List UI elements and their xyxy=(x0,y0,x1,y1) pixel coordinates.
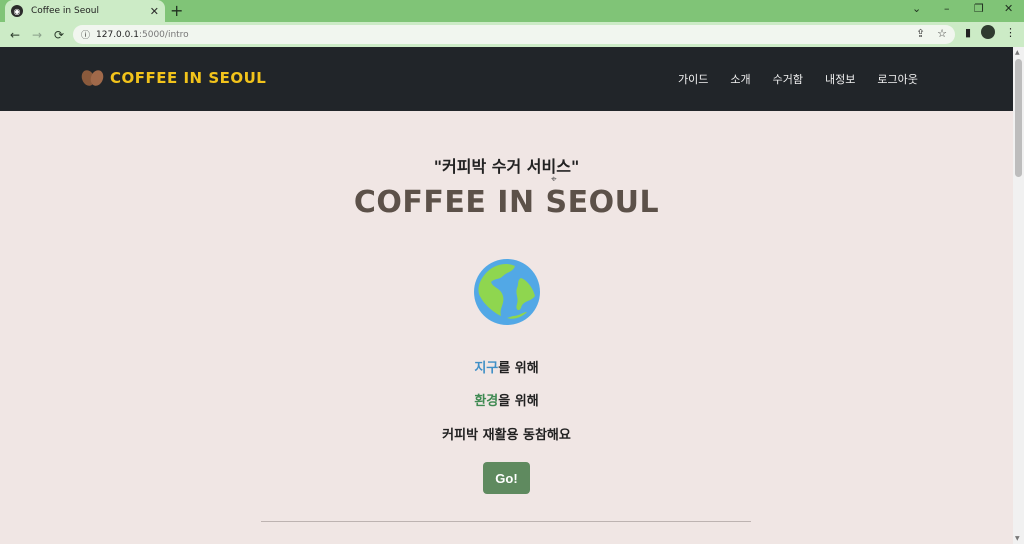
scrollbar-thumb[interactable] xyxy=(1015,59,1022,177)
go-button[interactable]: Go! xyxy=(483,462,530,494)
nav-logout[interactable]: 로그아웃 xyxy=(877,71,917,87)
scroll-down-arrow-icon[interactable]: ▼ xyxy=(1015,535,1020,542)
slogan-line-2: 환경을 위해 xyxy=(0,390,1013,409)
url-path: :5000/intro xyxy=(138,29,189,40)
brand-link[interactable]: COFFEE IN SEOUL xyxy=(79,67,267,89)
minimize-button[interactable]: – xyxy=(944,2,950,15)
slogan-line-1: 지구를 위해 xyxy=(0,357,1013,376)
page-scrollbar[interactable]: ▲ ▼ xyxy=(1013,47,1024,544)
browser-menu-icon[interactable]: ⋮ xyxy=(1005,26,1016,39)
scroll-up-arrow-icon[interactable]: ▲ xyxy=(1015,49,1020,56)
back-arrow-icon[interactable]: ← xyxy=(4,28,26,42)
section-divider xyxy=(261,521,751,522)
slogan-line-2-rest: 을 위해 xyxy=(498,394,539,409)
nav-guide[interactable]: 가이드 xyxy=(678,71,708,87)
browser-tab[interactable]: ◉ Coffee in Seoul ✕ xyxy=(5,0,165,22)
bookmark-star-icon[interactable]: ☆ xyxy=(937,27,947,40)
nav-about[interactable]: 소개 xyxy=(730,71,750,87)
tab-title: Coffee in Seoul xyxy=(31,6,99,16)
browser-toolbar: ← → ⟳ ⓘ 127.0.0.1:5000/intro ⇪ ☆ ▮ ⋮ xyxy=(0,22,1024,47)
coffee-bean-icon xyxy=(79,67,106,89)
slogan-environment: 환경 xyxy=(474,394,499,409)
restore-button[interactable]: ❐ xyxy=(974,2,984,15)
brand-name: COFFEE IN SEOUL xyxy=(110,69,267,87)
new-tab-button[interactable]: + xyxy=(170,1,183,20)
nav-collection-box[interactable]: 수거함 xyxy=(773,71,803,87)
profile-avatar-icon[interactable] xyxy=(981,25,995,39)
page-viewport: COFFEE IN SEOUL 가이드 소개 수거함 내정보 로그아웃 "커피박… xyxy=(0,47,1013,544)
window-close-button[interactable]: ✕ xyxy=(1004,2,1013,15)
reload-icon[interactable]: ⟳ xyxy=(48,28,70,42)
globe-favicon-icon: ◉ xyxy=(11,5,23,17)
earth-globe-icon xyxy=(473,258,541,326)
hero-subtitle: "커피박 수거 서비스" xyxy=(433,157,580,176)
site-menu: 가이드 소개 수거함 내정보 로그아웃 xyxy=(678,71,918,87)
slogan-line-1-rest: 를 위해 xyxy=(498,361,539,376)
browser-tab-strip: ◉ Coffee in Seoul ✕ + ⌄ – ❐ ✕ xyxy=(0,0,1024,22)
slogan-line-3: 커피박 재활용 동참해요 xyxy=(442,428,571,443)
site-navbar: COFFEE IN SEOUL 가이드 소개 수거함 내정보 로그아웃 xyxy=(0,47,1013,111)
mouse-cursor-icon: ⌖ xyxy=(551,174,557,185)
hero-title: COFFEE IN SEOUL xyxy=(353,185,660,220)
forward-arrow-icon[interactable]: → xyxy=(26,28,48,42)
tab-close-icon[interactable]: ✕ xyxy=(150,5,159,18)
nav-my-info[interactable]: 내정보 xyxy=(825,71,855,87)
slogan-earth: 지구 xyxy=(474,361,499,376)
url-text[interactable]: 127.0.0.1:5000/intro xyxy=(96,30,189,40)
side-panel-icon[interactable]: ▮ xyxy=(965,26,971,39)
site-info-icon[interactable]: ⓘ xyxy=(81,28,90,41)
share-icon[interactable]: ⇪ xyxy=(916,27,925,40)
address-bar[interactable]: ⓘ 127.0.0.1:5000/intro ⇪ ☆ xyxy=(73,25,955,44)
url-host: 127.0.0.1 xyxy=(96,29,139,40)
tab-search-chevron-icon[interactable]: ⌄ xyxy=(912,2,921,15)
